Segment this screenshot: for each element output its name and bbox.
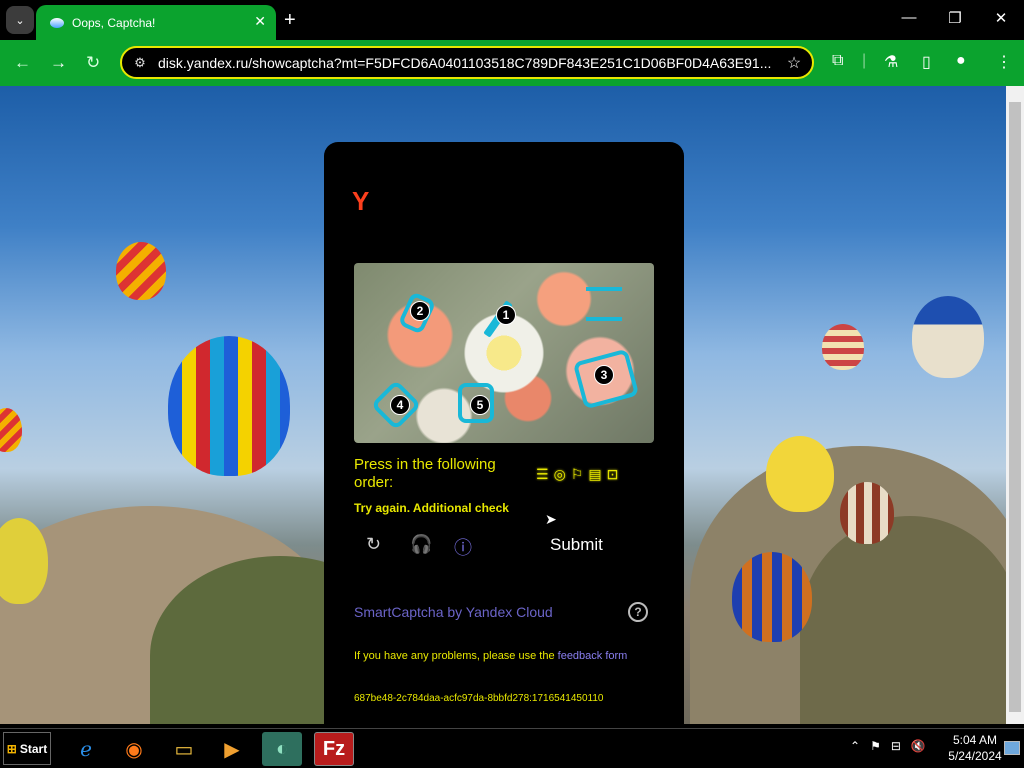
sequence-list-icon: ▤ <box>588 465 602 482</box>
submit-button[interactable]: Submit <box>550 535 603 555</box>
captcha-prompt: Press in the following order: <box>354 456 496 491</box>
smartcaptcha-brand-link[interactable]: SmartCaptcha by Yandex Cloud <box>354 604 553 620</box>
internet-explorer-icon[interactable]: ℯ <box>66 732 106 766</box>
scrollbar-thumb[interactable] <box>1009 102 1021 712</box>
minimize-button[interactable]: — <box>886 9 932 26</box>
start-button[interactable]: ⊞ Start <box>3 732 51 765</box>
toolbar-divider: | <box>862 52 867 69</box>
start-label: Start <box>19 741 48 756</box>
captcha-mark[interactable]: 1 <box>496 305 516 325</box>
extensions-icon[interactable]: ⧉ <box>832 52 843 70</box>
url-text[interactable]: disk.yandex.ru/showcaptcha?mt=F5DFCD6A04… <box>158 55 776 71</box>
info-icon[interactable]: ⓘ <box>454 534 472 560</box>
audio-headphones-icon[interactable]: 🎧 <box>410 534 432 555</box>
captcha-token: 687be48-2c784daa-acfc97da-8bbfd278:17165… <box>354 693 604 704</box>
problems-text: If you have any problems, please use the… <box>354 648 654 664</box>
windows-logo-icon: ⊞ <box>6 741 17 756</box>
show-desktop-button[interactable] <box>1004 741 1020 755</box>
restore-button[interactable]: ❐ <box>932 9 978 27</box>
tray-expand-icon[interactable]: ⌃ <box>850 739 860 753</box>
close-window-button[interactable]: ✕ <box>978 9 1024 27</box>
new-tab-button[interactable]: + <box>284 9 296 32</box>
tab-title: Oops, Captcha! <box>72 15 156 30</box>
help-icon[interactable]: ? <box>628 602 648 622</box>
yandex-logo: Y <box>352 186 370 216</box>
profile-avatar[interactable]: ● <box>956 52 966 70</box>
clock-date: 5/24/2024 <box>948 749 1002 763</box>
taskbar: ⊞ Start ℯ ◉ ▭ ▶ ◐ Fz ⌃ ⚑ ⊟ 🔇 5:04 AM 5/24/… <box>0 728 1024 768</box>
sequence-robot-icon: ⊡ <box>606 465 619 482</box>
tab-strip: ⌄ Oops, Captcha! ✕ + — ❐ ✕ <box>0 0 1024 40</box>
captcha-card: Y 2 1 3 4 5 Press in the following order… <box>324 142 684 742</box>
file-explorer-icon[interactable]: ▭ <box>164 732 204 766</box>
captcha-shape-lines[interactable] <box>586 287 622 321</box>
volume-muted-icon[interactable]: 🔇 <box>911 739 926 753</box>
filezilla-icon[interactable]: Fz <box>314 732 354 766</box>
feedback-form-link[interactable]: feedback form <box>558 650 628 662</box>
captcha-order-sequence: ☰ ◎ ⚐ ▤ ⊡ <box>536 464 654 484</box>
clock[interactable]: 5:04 AM 5/24/2024 <box>946 732 1004 764</box>
captcha-mark[interactable]: 5 <box>470 395 490 415</box>
active-tab[interactable]: Oops, Captcha! ✕ <box>36 5 276 40</box>
clock-time: 5:04 AM <box>952 733 998 747</box>
tab-search-button[interactable]: ⌄ <box>6 6 34 34</box>
tab-close-icon[interactable]: ✕ <box>254 13 266 30</box>
flag-icon[interactable]: ⚑ <box>870 739 881 753</box>
bookmark-star-icon[interactable]: ☆ <box>776 53 812 73</box>
sequence-lines-icon: ☰ <box>536 465 549 482</box>
site-info-icon[interactable]: ⚙ <box>122 55 158 71</box>
browser-toolbar: ← → ↻ ⚙ disk.yandex.ru/showcaptcha?mt=F5… <box>0 40 1024 86</box>
tab-favicon-icon <box>50 17 64 28</box>
captcha-image[interactable]: 2 1 3 4 5 <box>354 263 654 443</box>
captcha-mark[interactable]: 3 <box>594 365 614 385</box>
reload-button[interactable]: ↻ <box>86 53 100 73</box>
captcha-error: Try again. Additional check <box>354 501 509 515</box>
chrome-app-icon[interactable]: ◐ <box>262 732 302 766</box>
sequence-flag-icon: ⚐ <box>570 465 584 482</box>
forward-button[interactable]: → <box>50 53 67 73</box>
network-icon[interactable]: ⊟ <box>891 739 901 753</box>
page-scrollbar[interactable] <box>1006 86 1024 724</box>
refresh-icon[interactable]: ↻ <box>366 534 381 555</box>
labs-flask-icon[interactable]: ⚗ <box>884 52 898 72</box>
problems-label: If you have any problems, please use the <box>354 650 555 662</box>
system-tray: ⌃ ⚑ ⊟ 🔇 <box>850 739 926 753</box>
back-button[interactable]: ← <box>14 53 31 73</box>
sequence-spiral-icon: ◎ <box>553 465 566 482</box>
captcha-mark[interactable]: 2 <box>410 301 430 321</box>
mouse-cursor-icon: ➤ <box>545 511 557 527</box>
address-bar[interactable]: ⚙ disk.yandex.ru/showcaptcha?mt=F5DFCD6A… <box>120 46 814 79</box>
firefox-icon[interactable]: ◉ <box>114 732 154 766</box>
menu-kebab-icon[interactable]: ⋮ <box>996 52 1012 72</box>
media-player-icon[interactable]: ▶ <box>212 732 252 766</box>
captcha-mark[interactable]: 4 <box>390 395 410 415</box>
side-panel-icon[interactable]: ▯ <box>922 52 931 72</box>
